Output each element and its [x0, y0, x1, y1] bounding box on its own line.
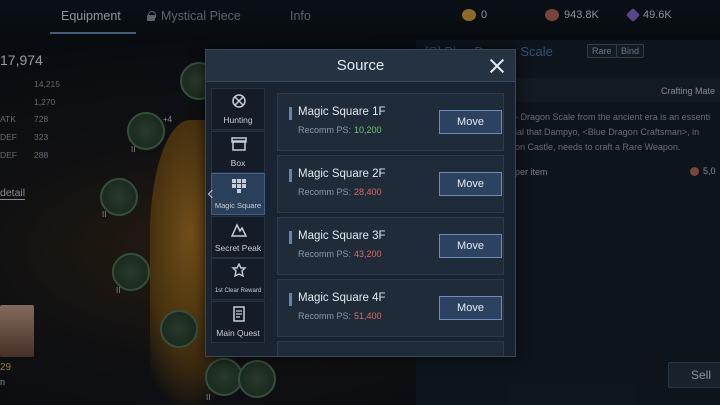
source-list[interactable]: Magic Square 1F Recomm PS: 10,200 Move Ma… [272, 90, 509, 356]
row-accent [289, 107, 292, 120]
magic-square-icon [232, 179, 246, 193]
source-name: Magic Square 3F [298, 230, 386, 242]
recommended-ps: Recomm PS: 51,400 [298, 311, 382, 321]
source-modal: Source Hunting Box Magic Square Secret P… [205, 49, 516, 357]
row-accent [289, 293, 292, 306]
hunting-icon [232, 94, 246, 108]
move-button[interactable]: Move [439, 172, 502, 196]
box-icon [231, 137, 247, 151]
row-accent [289, 169, 292, 182]
move-button[interactable]: Move [439, 296, 502, 320]
source-name: Magic Square 1F [298, 106, 386, 118]
list-item: Magic Square 3F Recomm PS: 43,200 Move [277, 217, 504, 275]
recommended-ps: Recomm PS: 43,200 [298, 249, 382, 259]
category-first-clear-reward[interactable]: 1st Clear Reward [211, 258, 265, 300]
category-main-quest[interactable]: Main Quest [211, 301, 265, 343]
recommended-ps: Recomm PS: 10,200 [298, 125, 382, 135]
list-item [277, 341, 504, 356]
clear-reward-icon [231, 263, 247, 278]
modal-header: Source [206, 50, 515, 82]
secret-peak-icon [231, 223, 247, 237]
list-item: Magic Square 4F Recomm PS: 51,400 Move [277, 279, 504, 337]
modal-title: Source [336, 57, 385, 74]
row-accent [289, 231, 292, 244]
move-button[interactable]: Move [439, 234, 502, 258]
source-name: Magic Square 2F [298, 168, 386, 180]
recommended-ps: Recomm PS: 28,400 [298, 187, 382, 197]
equipment-screen: Equipment Mystical Piece Info 0 943.8K 4… [0, 0, 720, 405]
category-box[interactable]: Box [211, 131, 265, 173]
category-secret-peak[interactable]: Secret Peak [211, 216, 265, 258]
move-button[interactable]: Move [439, 110, 502, 134]
list-item: Magic Square 2F Recomm PS: 28,400 Move [277, 155, 504, 213]
category-hunting[interactable]: Hunting [211, 88, 265, 130]
category-magic-square[interactable]: Magic Square [207, 173, 265, 215]
main-quest-icon [233, 306, 245, 322]
source-name: Magic Square 4F [298, 292, 386, 304]
list-item: Magic Square 1F Recomm PS: 10,200 Move [277, 93, 504, 151]
selected-arrow-icon [207, 189, 217, 199]
close-icon[interactable] [487, 56, 507, 76]
